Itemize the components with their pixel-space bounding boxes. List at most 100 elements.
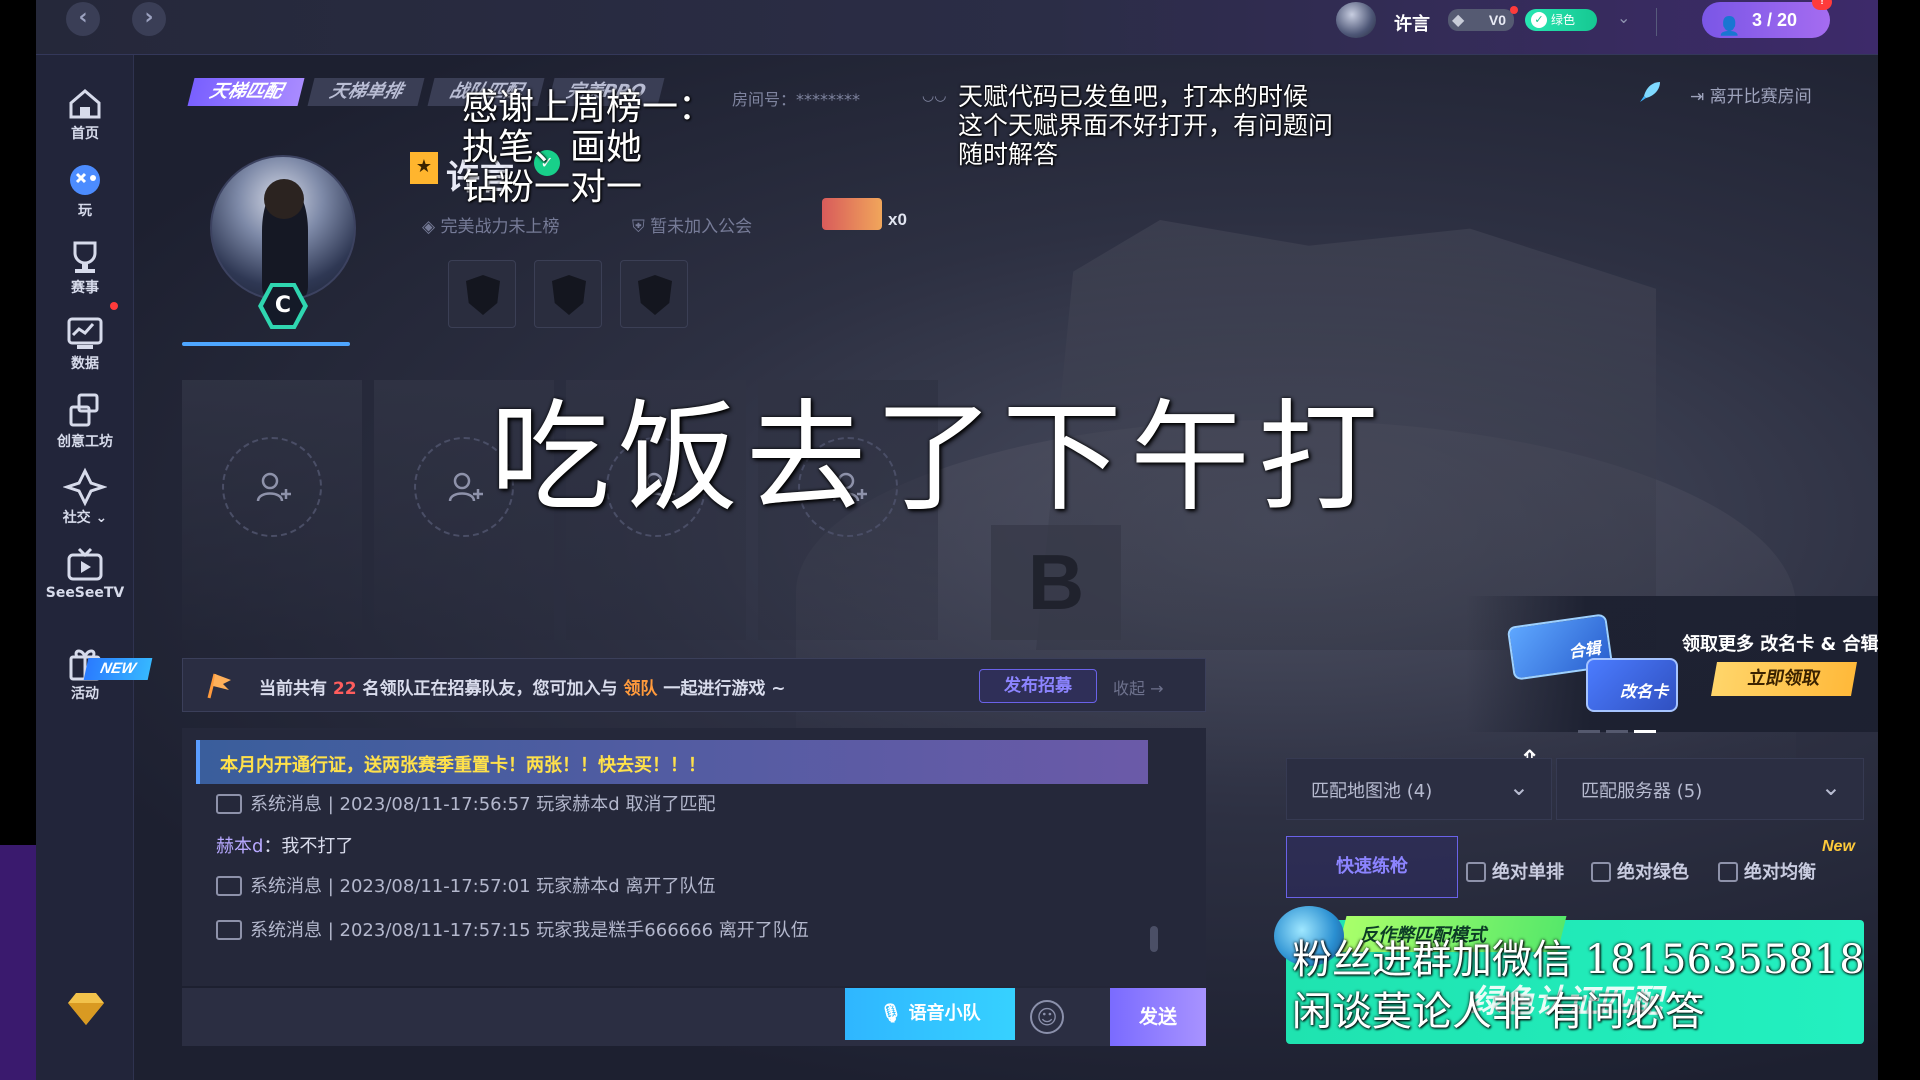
tab-ladder-solo[interactable]: 天梯单排: [307, 78, 425, 106]
overlay-line: 天赋代码已发鱼吧，打本的时候: [958, 82, 1309, 111]
flag-icon: [207, 673, 231, 699]
chevron-down-icon[interactable]: ⌄: [1617, 8, 1630, 27]
overlay-line: 这个天赋界面不好打开，有问题问: [958, 111, 1334, 140]
chevron-down-icon: ⌄: [1820, 773, 1841, 801]
user-avatar[interactable]: [1336, 2, 1376, 38]
absolute-green-checkbox[interactable]: 绝对绿色: [1591, 858, 1689, 884]
guild-status: ⛨ 暂未加入公会: [632, 212, 752, 237]
system-message-text: 系统消息 | 2023/08/11-17:57:01 玩家赫本d 离开了队伍: [250, 876, 716, 897]
sidebar-item-events[interactable]: 赛事: [36, 237, 134, 317]
selected-player-indicator: [182, 342, 350, 346]
overlay-main-text: 吃饭去了下午打: [490, 389, 1386, 528]
map-pool-select[interactable]: 匹配地图池 (4) ⌄: [1286, 758, 1552, 820]
home-icon: [63, 83, 107, 123]
medal-slot[interactable]: [620, 260, 688, 328]
overlay-talent-text: 天赋代码已发鱼吧，打本的时候 这个天赋界面不好打开，有问题问 随时解答: [958, 82, 1333, 169]
guild-icon: ⛨: [632, 217, 651, 237]
microphone-icon: 🎙: [879, 1003, 909, 1024]
back-button[interactable]: ‹: [66, 2, 100, 36]
player-avatar[interactable]: [210, 155, 356, 301]
notification-dot: [110, 302, 118, 310]
eye-closed-icon[interactable]: ◡◡: [922, 88, 946, 104]
avatar-head: [264, 179, 304, 219]
sidebar-item-social[interactable]: 社交 ⌄: [36, 467, 134, 547]
promo-text: 领取更多 改名卡 & 合辑: [1682, 634, 1878, 655]
rename-card-promo[interactable]: 合辑 改名卡 领取更多 改名卡 & 合辑 立即领取: [1466, 596, 1878, 733]
gamepad-icon: [63, 160, 107, 200]
trophy-icon: [63, 237, 107, 277]
checkbox-box: [1591, 862, 1611, 882]
chevron-down-icon: ⌄: [1508, 773, 1529, 801]
post-recruit-button[interactable]: 发布招募: [979, 669, 1097, 703]
sidebar-item-play[interactable]: 玩: [36, 160, 134, 240]
sidebar-item-label: 创意工坊: [57, 434, 113, 450]
carousel-dot[interactable]: [1578, 730, 1600, 733]
divider: [1656, 8, 1657, 36]
chat-user-name[interactable]: 赫本d: [216, 836, 263, 857]
shield-icon: [466, 275, 500, 315]
sidebar-item-activities[interactable]: 活动: [36, 643, 134, 723]
sidebar-item-label: 玩: [78, 203, 92, 219]
user-name[interactable]: 许言: [1394, 10, 1430, 36]
rename-card-label: 改名卡: [1619, 682, 1668, 701]
overlay-line: 粉丝进群加微信 18156355818: [1292, 937, 1865, 983]
chat-scrollbar[interactable]: [1150, 926, 1158, 952]
leave-room-button[interactable]: ⇥ 离开比赛房间: [1690, 82, 1812, 107]
chat-input-bar[interactable]: 🎙 语音小队 ☺ 发送: [182, 988, 1206, 1046]
collapse-button[interactable]: 收起 →: [1113, 675, 1164, 699]
carousel-dot[interactable]: [1606, 730, 1628, 733]
sidebar-item-label: 社交 ⌄: [62, 510, 108, 526]
overlay-line: 执笔、画她: [462, 127, 643, 168]
promo-banner[interactable]: 本月内开通行证，送两张赛季重置卡！两张！！快去买！！！: [196, 740, 1148, 784]
quick-practice-button[interactable]: 快速练枪: [1286, 836, 1458, 898]
sidebar-item-seesee-tv[interactable]: SeeSeeTV: [36, 545, 134, 625]
map-pool-label: 匹配地图池 (4): [1311, 781, 1433, 802]
message-icon: [216, 876, 242, 896]
forward-button[interactable]: ›: [132, 2, 166, 36]
recruit-count: 22: [332, 679, 357, 699]
medal-slot[interactable]: [534, 260, 602, 328]
absolute-balanced-checkbox[interactable]: 绝对均衡: [1718, 858, 1816, 884]
sidebar-item-data[interactable]: 数据: [36, 313, 134, 393]
team-count-button[interactable]: 👤 3 / 20 !: [1702, 0, 1832, 38]
claim-now-button[interactable]: 立即领取: [1711, 662, 1857, 696]
user-message: 赫本d：我不打了: [216, 832, 353, 858]
sidebar-item-label: 首页: [71, 126, 99, 142]
message-icon: [216, 920, 242, 940]
green-status-badge[interactable]: ✓ 绿色: [1525, 9, 1597, 31]
voice-squad-label: 语音小队: [908, 1003, 981, 1024]
tab-ladder-match[interactable]: 天梯匹配: [187, 78, 305, 106]
carousel-dots[interactable]: [1578, 718, 1662, 737]
send-button[interactable]: 发送: [1110, 988, 1206, 1046]
ticket-icon[interactable]: [822, 198, 882, 230]
medal-slot[interactable]: [448, 260, 516, 328]
checkbox-label: 绝对单排: [1492, 862, 1564, 883]
checkbox-label: 绝对均衡: [1744, 862, 1816, 883]
guild-label: 暂未加入公会: [650, 217, 753, 237]
sidebar-item-workshop[interactable]: 创意工坊: [36, 391, 134, 471]
voice-squad-button[interactable]: 🎙 语音小队: [845, 988, 1015, 1040]
sidebar-item-home[interactable]: 首页: [36, 83, 134, 163]
new-badge: NEW: [83, 658, 153, 680]
workshop-icon: [63, 391, 107, 431]
carousel-dot-active[interactable]: [1634, 730, 1656, 733]
server-label: 匹配服务器 (5): [1581, 781, 1703, 802]
star-icon: ★: [410, 152, 438, 184]
team-count-label: 3 / 20: [1752, 10, 1798, 30]
absolute-solo-checkbox[interactable]: 绝对单排: [1466, 858, 1564, 884]
team-slot[interactable]: [182, 380, 362, 640]
recruit-leader-link[interactable]: 领队: [623, 679, 657, 699]
ticket-count: x0: [888, 210, 907, 229]
server-select[interactable]: 匹配服务器 (5) ⌄: [1556, 758, 1864, 820]
checkbox-box: [1718, 862, 1738, 882]
overlay-thanks-text: 感谢上周榜一： 执笔、画她 钻粉一对一: [462, 88, 714, 208]
shield-icon: [552, 275, 586, 315]
chart-icon: [63, 313, 107, 353]
diamond-vip-icon[interactable]: [64, 989, 108, 1029]
background-site-sign: B: [991, 525, 1121, 640]
rocket-icon[interactable]: [1636, 78, 1664, 106]
overlay-line: 随时解答: [958, 140, 1059, 169]
emoji-icon[interactable]: ☺: [1030, 1000, 1064, 1034]
add-user-icon: [256, 472, 291, 502]
chat-user-text: ：我不打了: [263, 836, 354, 857]
